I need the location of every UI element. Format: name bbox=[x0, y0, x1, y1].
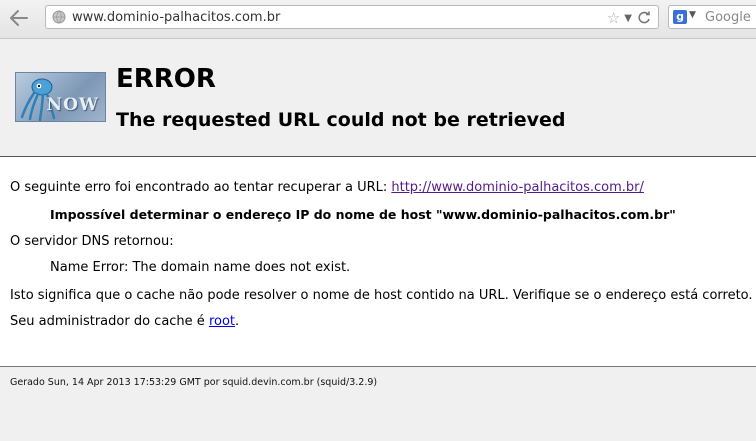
engine-chevron-icon[interactable]: ▼ bbox=[689, 10, 696, 20]
admin-after: . bbox=[235, 314, 240, 329]
chevron-down-icon[interactable]: ▼ bbox=[624, 13, 632, 24]
url-text[interactable]: www.dominio-palhacitos.com.br bbox=[72, 10, 280, 25]
globe-icon bbox=[52, 10, 66, 24]
page-subtitle: The requested URL could not be retrieved bbox=[116, 109, 566, 131]
browser-toolbar: www.dominio-palhacitos.com.br ☆ ▼ g ▼ Go… bbox=[0, 0, 756, 39]
squid-logo: NOW bbox=[15, 72, 106, 122]
page-title: ERROR bbox=[116, 64, 216, 94]
admin-text: Seu administrador do cache é bbox=[10, 314, 209, 329]
error-detail: Impossível determinar o endereço IP do n… bbox=[50, 207, 676, 222]
bookmark-star-icon[interactable]: ☆ bbox=[607, 9, 620, 27]
error-intro-text: O seguinte erro foi encontrado ao tentar… bbox=[10, 180, 392, 195]
admin-line: Seu administrador do cache é root. bbox=[10, 314, 239, 329]
requested-url-link[interactable]: http://www.dominio-palhacitos.com.br/ bbox=[391, 180, 644, 195]
error-intro: O seguinte erro foi encontrado ao tentar… bbox=[10, 180, 644, 195]
back-arrow-icon bbox=[10, 10, 28, 26]
footer-text: Gerado Sun, 14 Apr 2013 17:53:29 GMT por… bbox=[10, 377, 378, 388]
reload-icon[interactable] bbox=[636, 10, 652, 26]
admin-link[interactable]: root bbox=[209, 314, 235, 329]
search-bar[interactable]: g ▼ Google bbox=[668, 5, 756, 29]
google-engine-icon[interactable]: g bbox=[673, 10, 687, 24]
logo-text: NOW bbox=[46, 95, 99, 115]
search-input[interactable]: Google bbox=[705, 10, 751, 25]
dns-message: Name Error: The domain name does not exi… bbox=[50, 260, 351, 275]
dns-label: O servidor DNS retornou: bbox=[10, 234, 174, 249]
url-bar[interactable]: www.dominio-palhacitos.com.br ☆ ▼ bbox=[45, 5, 659, 29]
back-button[interactable] bbox=[4, 6, 34, 30]
explanation-text: Isto significa que o cache não pode reso… bbox=[10, 288, 753, 303]
